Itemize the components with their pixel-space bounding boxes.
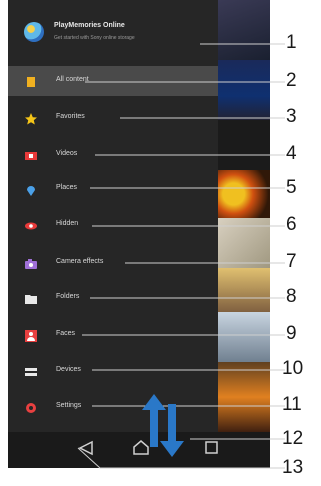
callout-number-9: 9 (286, 323, 297, 344)
callout-number-4: 4 (286, 143, 297, 164)
callout-number-13: 13 (282, 457, 304, 478)
callout-number-3: 3 (286, 106, 297, 127)
callout-number-8: 8 (286, 286, 297, 307)
callout-number-1: 1 (286, 32, 297, 53)
callout-number-11: 11 (282, 394, 302, 415)
callout-number-7: 7 (286, 251, 297, 272)
callout-number-2: 2 (286, 70, 297, 91)
drag-arrow-icon (142, 394, 184, 457)
callout-number-10: 10 (282, 358, 304, 379)
callout-number-6: 6 (286, 214, 297, 235)
callout-number-5: 5 (286, 177, 297, 198)
callout-number-12: 12 (282, 428, 304, 449)
callout-lines (77, 43, 285, 469)
